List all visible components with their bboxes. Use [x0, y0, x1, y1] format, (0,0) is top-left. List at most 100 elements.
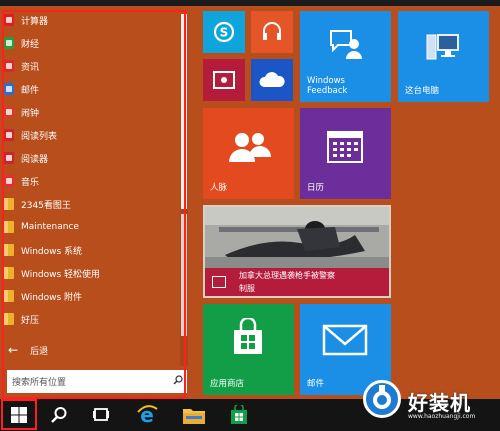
app-item-finance[interactable]: 财经: [4, 33, 179, 53]
app-label: Windows 轻松使用: [21, 269, 101, 280]
scroll-thumb[interactable]: [181, 214, 187, 336]
folder-icon: [4, 221, 14, 233]
feedback-icon: [330, 30, 362, 59]
tile-label: 应用商店: [210, 379, 245, 389]
taskbar-store[interactable]: [220, 399, 258, 431]
folder-icon: [4, 244, 14, 256]
folder-icon: [183, 409, 205, 424]
app-label: 好压: [21, 315, 40, 326]
app-label: Windows 附件: [21, 292, 83, 303]
svg-text:S: S: [220, 26, 229, 40]
internet-explorer-icon: e: [137, 404, 158, 426]
app-folder-windows-accessories[interactable]: Windows 附件: [4, 286, 179, 306]
back-arrow-icon: ←: [8, 343, 19, 357]
app-label: Windows 系统: [21, 246, 83, 257]
calendar-icon: [327, 131, 363, 163]
back-label: 后退: [30, 346, 49, 357]
app-item-news[interactable]: 资讯: [4, 56, 179, 76]
app-label: 阅读列表: [21, 131, 58, 142]
music-icon: [4, 175, 14, 187]
app-item-reader[interactable]: 阅读器: [4, 148, 179, 168]
tile-label: 这台电脑: [405, 86, 440, 96]
folder-icon: [4, 313, 14, 325]
app-label: 邮件: [21, 85, 40, 96]
app-item-reading-list[interactable]: 阅读列表: [4, 125, 179, 145]
tile-label: 人脉: [210, 183, 228, 193]
search-placeholder: 搜索所有位置: [12, 378, 67, 388]
apps-scrollbar[interactable]: [180, 14, 188, 366]
taskbar-ie[interactable]: e: [128, 399, 166, 431]
tile-people[interactable]: 人脉: [203, 108, 294, 199]
skype-icon: S: [213, 21, 235, 43]
store-icon: [234, 318, 262, 354]
app-item-mail[interactable]: 邮件: [4, 79, 179, 99]
start-button[interactable]: [0, 399, 38, 431]
task-view-icon: [93, 408, 109, 421]
task-view-button[interactable]: [82, 399, 120, 431]
news-photo: [205, 207, 389, 268]
mail-icon: [322, 324, 368, 356]
tile-label: 日历: [307, 183, 325, 193]
all-apps-list: 计算器 财经 资讯 邮件 闹钟 阅读列表 阅读器 音乐 2345看图王 Main…: [0, 6, 195, 368]
video-icon: [213, 71, 235, 89]
people-icon: [229, 133, 271, 162]
search-icon: [51, 407, 67, 423]
app-label: 2345看图王: [21, 200, 71, 211]
tile-calendar[interactable]: 日历: [300, 108, 391, 199]
store-icon: [231, 405, 247, 424]
tile-onedrive[interactable]: [251, 59, 293, 101]
tile-label: 邮件: [307, 379, 325, 389]
tile-music[interactable]: [251, 11, 293, 53]
watermark-subtext: www.haozhuangji.com: [408, 413, 476, 420]
cloud-icon: [259, 72, 285, 87]
mail-icon: [4, 83, 14, 95]
reading-list-icon: [4, 129, 14, 141]
taskbar-search-button[interactable]: [40, 399, 78, 431]
app-label: 资讯: [21, 62, 40, 73]
folder-icon: [4, 290, 14, 302]
app-label: 计算器: [21, 16, 49, 27]
computer-icon: [426, 34, 459, 60]
app-label: 阅读器: [21, 154, 49, 165]
watermark-icon: [363, 380, 401, 418]
app-label: 财经: [21, 39, 40, 50]
folder-icon: [4, 198, 14, 210]
news-icon: [212, 276, 226, 288]
news-headline-1: 加拿大总理遇袭枪手被警察: [239, 271, 335, 280]
tile-label: Windows Feedback: [307, 76, 348, 96]
tile-store[interactable]: 应用商店: [203, 304, 294, 395]
app-item-alarm[interactable]: 闹钟: [4, 102, 179, 122]
reader-icon: [4, 152, 14, 164]
start-screen: 计算器 财经 资讯 邮件 闹钟 阅读列表 阅读器 音乐 2345看图王 Main…: [0, 0, 500, 431]
tile-skype[interactable]: S: [203, 11, 245, 53]
app-folder-maintenance[interactable]: Maintenance: [4, 217, 179, 237]
taskbar-file-explorer[interactable]: [175, 399, 213, 431]
app-item-calculator[interactable]: 计算器: [4, 10, 179, 30]
app-label: Maintenance: [21, 222, 79, 232]
headphones-icon: [263, 22, 281, 40]
tile-this-pc[interactable]: 这台电脑: [398, 11, 489, 102]
tile-windows-feedback[interactable]: Windows Feedback: [300, 11, 391, 102]
tile-news[interactable]: 加拿大总理遇袭枪手被警察 制服: [203, 205, 391, 298]
app-label: 音乐: [21, 177, 40, 188]
search-icon: [173, 375, 183, 388]
alarm-icon: [4, 106, 14, 118]
highlight-frame-start: [1, 399, 37, 430]
finance-icon: [4, 37, 14, 49]
calculator-icon: [4, 14, 14, 26]
app-folder-windows-system[interactable]: Windows 系统: [4, 240, 179, 260]
search-input[interactable]: 搜索所有位置: [7, 370, 187, 393]
news-icon: [4, 60, 14, 72]
back-button[interactable]: ← 后退: [8, 340, 48, 360]
scroll-track[interactable]: [181, 14, 187, 209]
app-label: 闹钟: [21, 108, 40, 119]
app-folder-haozip[interactable]: 好压: [4, 309, 179, 329]
app-item-music[interactable]: 音乐: [4, 171, 179, 191]
news-headline-2: 制服: [239, 284, 255, 293]
watermark-text: 好装机: [408, 391, 471, 415]
folder-icon: [4, 267, 14, 279]
app-folder-2345[interactable]: 2345看图王: [4, 194, 179, 214]
watermark-logo: 好装机 www.haozhuangji.com: [362, 377, 500, 427]
app-folder-windows-ease-of-access[interactable]: Windows 轻松使用: [4, 263, 179, 283]
tile-video[interactable]: [203, 59, 245, 101]
